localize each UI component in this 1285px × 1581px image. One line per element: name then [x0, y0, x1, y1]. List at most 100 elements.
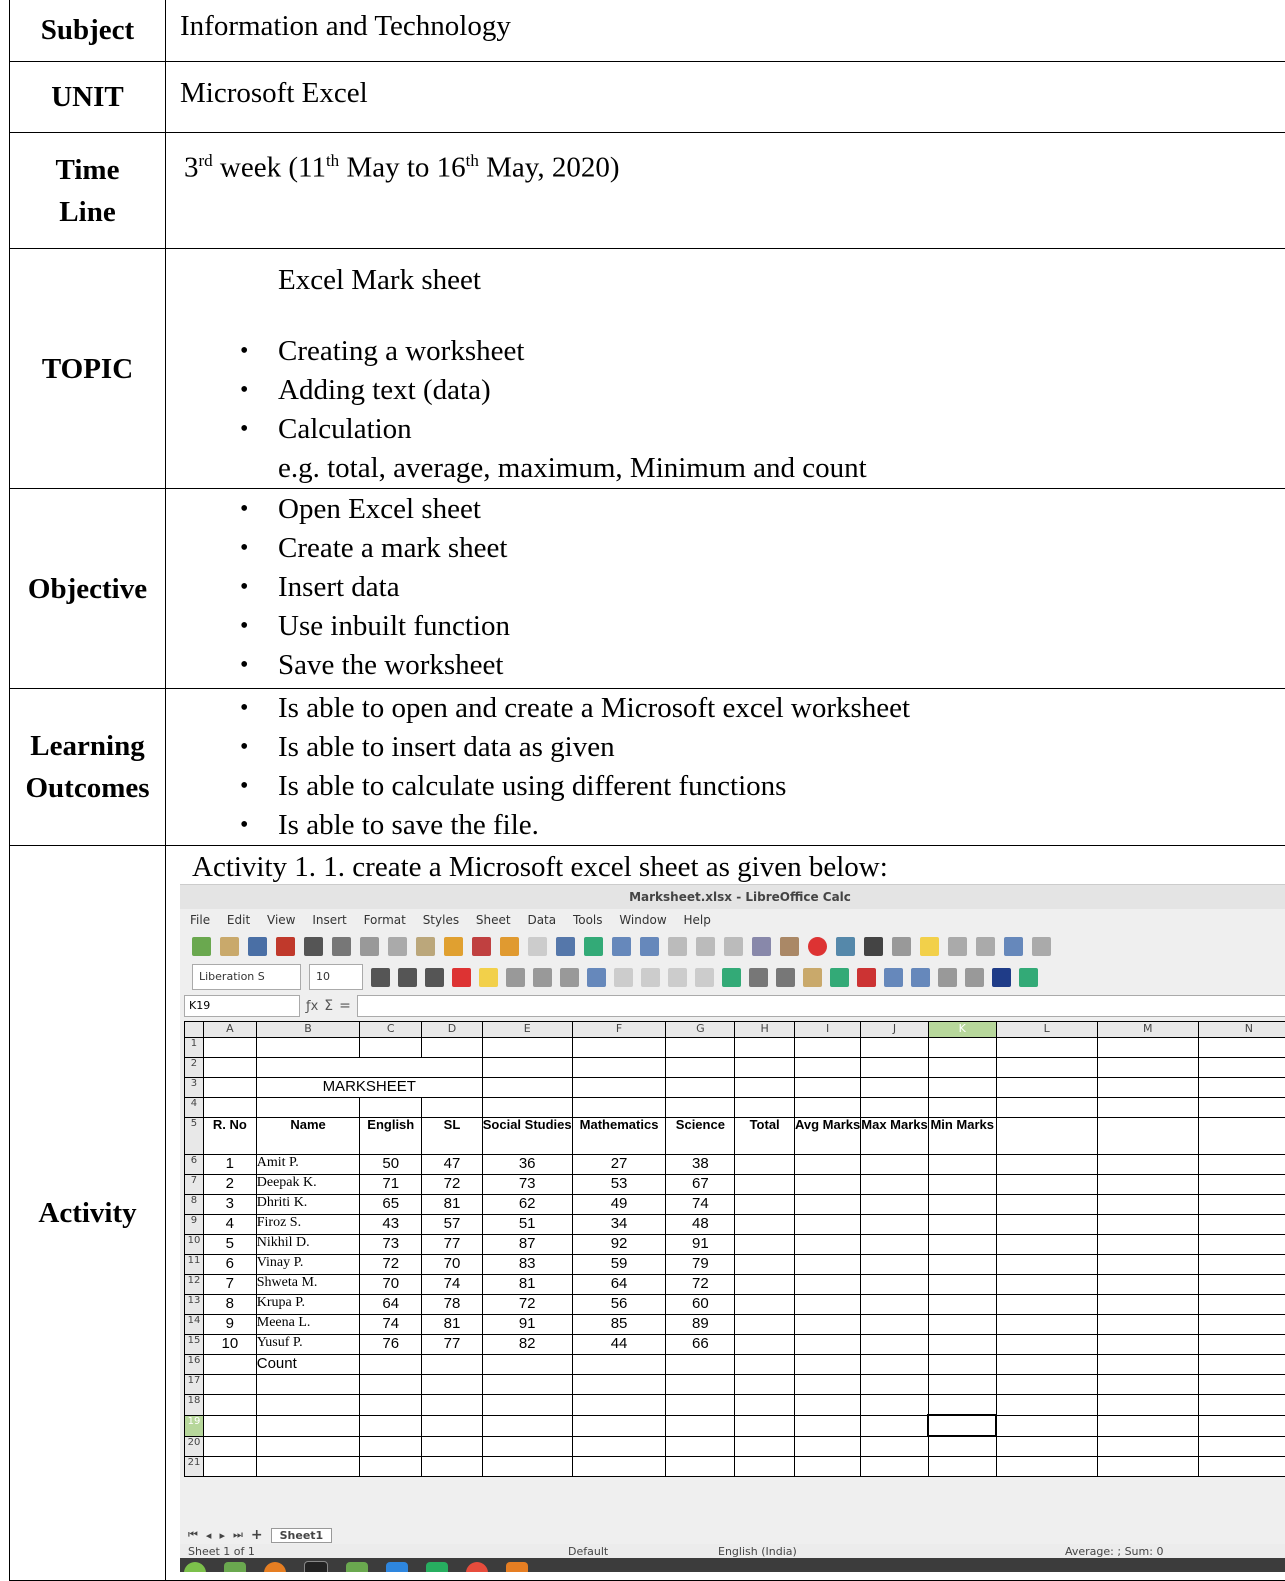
- data-cell[interactable]: 36: [482, 1155, 572, 1175]
- align-bottom-icon[interactable]: [695, 968, 714, 987]
- number-format-icon[interactable]: [776, 968, 795, 987]
- data-cell[interactable]: 8: [203, 1295, 256, 1315]
- data-cell[interactable]: [735, 1255, 795, 1275]
- cell[interactable]: [482, 1436, 572, 1457]
- column-header[interactable]: F: [572, 1022, 666, 1038]
- data-cell[interactable]: 57: [422, 1215, 483, 1235]
- column-header[interactable]: L: [996, 1022, 1097, 1038]
- column-header[interactable]: A: [203, 1022, 256, 1038]
- data-cell[interactable]: 91: [482, 1315, 572, 1335]
- cell[interactable]: [861, 1038, 928, 1058]
- student-name-cell[interactable]: Shweta M.: [256, 1275, 360, 1295]
- data-cell[interactable]: 87: [482, 1235, 572, 1255]
- underline-icon[interactable]: [425, 968, 444, 987]
- data-cell[interactable]: 71: [360, 1175, 422, 1195]
- cell[interactable]: [1097, 1235, 1198, 1255]
- sheet-tab[interactable]: Sheet1: [271, 1528, 333, 1543]
- cell[interactable]: [996, 1295, 1097, 1315]
- cell[interactable]: [996, 1195, 1097, 1215]
- cell[interactable]: [996, 1415, 1097, 1436]
- cell[interactable]: [256, 1058, 482, 1078]
- column-header[interactable]: H: [735, 1022, 795, 1038]
- student-name-cell[interactable]: Nikhil D.: [256, 1235, 360, 1255]
- paste-icon[interactable]: [416, 937, 435, 956]
- student-name-cell[interactable]: Yusuf P.: [256, 1335, 360, 1355]
- cell[interactable]: [735, 1436, 795, 1457]
- cell[interactable]: [360, 1436, 422, 1457]
- cell[interactable]: [794, 1038, 860, 1058]
- cell[interactable]: [482, 1098, 572, 1118]
- data-cell[interactable]: [861, 1355, 928, 1375]
- header-cell[interactable]: Avg Marks: [794, 1118, 860, 1155]
- data-cell[interactable]: 66: [666, 1335, 735, 1355]
- cell[interactable]: [1198, 1058, 1285, 1078]
- header-cell[interactable]: Min Marks: [928, 1118, 996, 1155]
- column-header[interactable]: G: [666, 1022, 735, 1038]
- data-cell[interactable]: 48: [666, 1215, 735, 1235]
- cell[interactable]: [1097, 1098, 1198, 1118]
- cell[interactable]: [1097, 1155, 1198, 1175]
- data-cell[interactable]: 56: [572, 1295, 666, 1315]
- cell[interactable]: [422, 1395, 483, 1416]
- menu-data[interactable]: Data: [527, 913, 556, 927]
- data-cell[interactable]: 91: [666, 1235, 735, 1255]
- highlight-icon[interactable]: [479, 968, 498, 987]
- cell[interactable]: [666, 1395, 735, 1416]
- new-document-icon[interactable]: [192, 937, 211, 956]
- cell[interactable]: [996, 1457, 1097, 1477]
- cell[interactable]: [1198, 1235, 1285, 1255]
- column-icon[interactable]: [640, 937, 659, 956]
- cell[interactable]: [1097, 1457, 1198, 1477]
- column-header[interactable]: E: [482, 1022, 572, 1038]
- find-replace-icon[interactable]: [556, 937, 575, 956]
- cell[interactable]: [1097, 1355, 1198, 1375]
- special-character-icon[interactable]: [864, 937, 883, 956]
- wrap-text-icon[interactable]: [587, 968, 606, 987]
- header-cell[interactable]: English: [360, 1118, 422, 1155]
- data-cell[interactable]: [735, 1315, 795, 1335]
- header-cell[interactable]: Social Studies: [482, 1118, 572, 1155]
- writer-icon[interactable]: [386, 1562, 408, 1572]
- data-cell[interactable]: [928, 1175, 996, 1195]
- student-name-cell[interactable]: Vinay P.: [256, 1255, 360, 1275]
- data-cell[interactable]: [666, 1355, 735, 1375]
- data-cell[interactable]: [794, 1295, 860, 1315]
- cell[interactable]: [996, 1098, 1097, 1118]
- cell[interactable]: [861, 1078, 928, 1098]
- cell[interactable]: [861, 1457, 928, 1477]
- cell[interactable]: [1198, 1195, 1285, 1215]
- menu-view[interactable]: View: [267, 913, 295, 927]
- cell[interactable]: [861, 1415, 928, 1436]
- data-cell[interactable]: [861, 1255, 928, 1275]
- data-cell[interactable]: [735, 1275, 795, 1295]
- date-format-icon[interactable]: [803, 968, 822, 987]
- row-header[interactable]: 13: [185, 1295, 204, 1315]
- cell[interactable]: [996, 1315, 1097, 1335]
- image-icon[interactable]: [780, 937, 799, 956]
- data-cell[interactable]: 92: [572, 1235, 666, 1255]
- cell[interactable]: [1097, 1375, 1198, 1395]
- cell[interactable]: [1097, 1215, 1198, 1235]
- count-cell[interactable]: Count: [256, 1355, 360, 1375]
- data-cell[interactable]: 53: [572, 1175, 666, 1195]
- cell[interactable]: [203, 1375, 256, 1395]
- data-cell[interactable]: 5: [203, 1235, 256, 1255]
- data-cell[interactable]: 73: [482, 1175, 572, 1195]
- cell[interactable]: [203, 1038, 256, 1058]
- data-cell[interactable]: 81: [482, 1275, 572, 1295]
- cell[interactable]: [996, 1395, 1097, 1416]
- data-cell[interactable]: [735, 1295, 795, 1315]
- row-header[interactable]: 17: [185, 1375, 204, 1395]
- cell[interactable]: [666, 1098, 735, 1118]
- cell[interactable]: [996, 1235, 1097, 1255]
- data-cell[interactable]: 67: [666, 1175, 735, 1195]
- calc-icon[interactable]: [426, 1562, 448, 1572]
- cell[interactable]: [1097, 1315, 1198, 1335]
- split-window-icon[interactable]: [1032, 937, 1051, 956]
- print-preview-icon[interactable]: [332, 937, 351, 956]
- data-cell[interactable]: 4: [203, 1215, 256, 1235]
- data-cell[interactable]: [572, 1355, 666, 1375]
- cell[interactable]: [1097, 1335, 1198, 1355]
- cell[interactable]: [794, 1098, 860, 1118]
- row-header[interactable]: 10: [185, 1235, 204, 1255]
